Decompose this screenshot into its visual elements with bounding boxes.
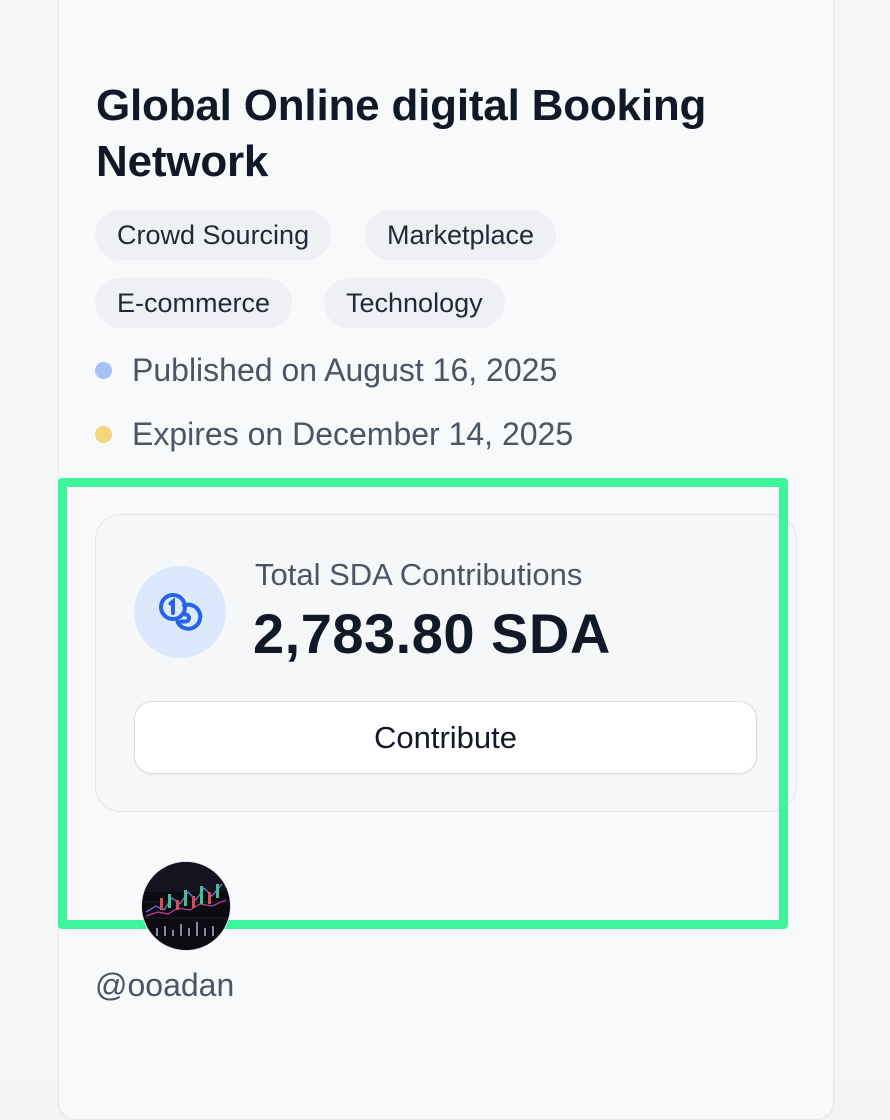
contributions-label: Total SDA Contributions [255,557,583,592]
coins-icon [134,566,226,658]
expires-row: Expires on December 14, 2025 [95,414,573,454]
tag-crowd-sourcing[interactable]: Crowd Sourcing [95,210,332,260]
expires-date: Expires on December 14, 2025 [132,415,574,452]
contribute-button[interactable]: Contribute [134,701,757,774]
tag-technology[interactable]: Technology [324,278,505,328]
tag-marketplace[interactable]: Marketplace [365,210,557,260]
project-title: Global Online digital Booking Network [96,81,707,186]
published-dot-icon [95,361,112,379]
contributions-amount: 2,783.80 SDA [253,602,611,665]
published-row: Published on August 16, 2025 [95,350,557,390]
creator-username[interactable]: @ooadan [95,964,234,1006]
published-date: Published on August 16, 2025 [132,351,558,388]
creator-avatar[interactable] [142,862,230,950]
tag-e-commerce[interactable]: E-commerce [95,278,293,328]
expires-dot-icon [95,425,112,443]
